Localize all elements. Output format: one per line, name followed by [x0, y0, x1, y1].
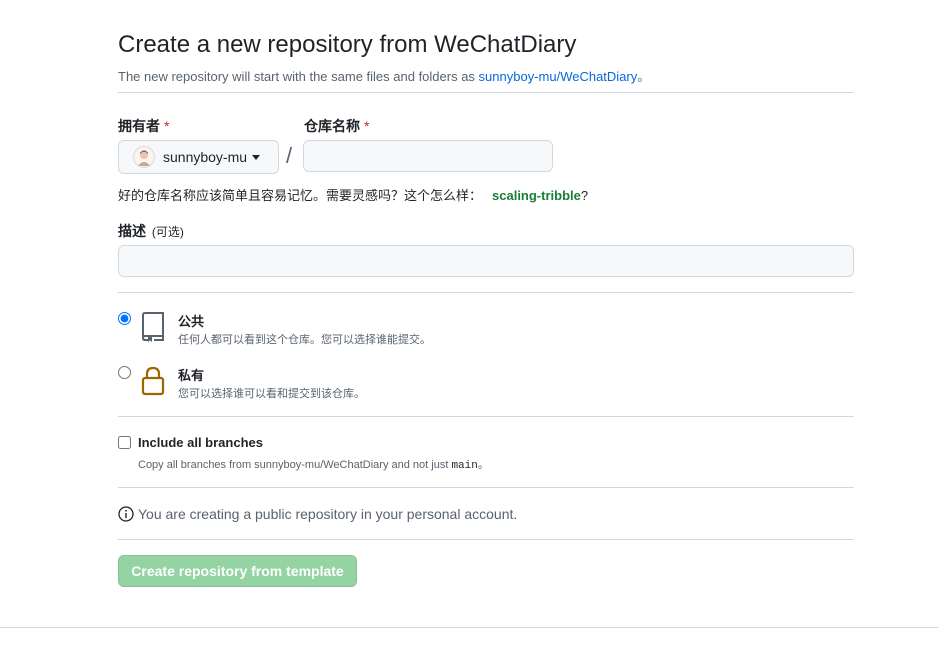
info-icon: [118, 506, 134, 522]
branches-desc-text: Copy all branches from sunnyboy-mu/WeCha…: [138, 459, 452, 471]
visibility-info: You are creating a public repository in …: [118, 506, 517, 522]
info-text: You are creating a public repository in …: [138, 506, 518, 522]
description-label-text: 描述: [118, 223, 146, 239]
include-all-branches-checkbox[interactable]: [118, 436, 131, 449]
divider: [118, 292, 854, 293]
subtitle-text: The new repository will start with the s…: [118, 69, 479, 84]
name-suggestion-link[interactable]: scaling-tribble: [492, 188, 581, 203]
divider: [118, 539, 854, 540]
description-label: 描述 (可选): [118, 221, 184, 241]
public-title: 公共: [178, 314, 205, 329]
owner-label-text: 拥有者: [118, 118, 160, 134]
create-repository-button[interactable]: Create repository from template: [118, 555, 357, 587]
template-repo-link[interactable]: sunnyboy-mu/WeChatDiary: [479, 69, 638, 84]
owner-label: 拥有者 *: [118, 116, 169, 136]
caret-down-icon: [252, 154, 261, 160]
include-all-branches-description: Copy all branches from sunnyboy-mu/WeCha…: [138, 456, 489, 472]
owner-dropdown[interactable]: sunnyboy-mu: [118, 140, 279, 174]
description-input[interactable]: [118, 245, 854, 277]
hint-suffix: ?: [580, 188, 589, 203]
subtitle-suffix: 。: [637, 69, 651, 84]
repo-book-icon: [141, 312, 164, 342]
owner-name: sunnyboy-mu: [163, 149, 248, 165]
branch-name: main: [451, 460, 478, 472]
lock-icon: [141, 366, 165, 396]
page-title: Create a new repository from WeChatDiary: [118, 31, 577, 58]
optional-tag: (可选): [151, 225, 184, 239]
required-mark: *: [364, 118, 370, 134]
include-all-branches-label: Include all branches: [138, 435, 263, 450]
page-subtitle: The new repository will start with the s…: [118, 66, 650, 85]
footer-divider: [0, 627, 938, 628]
repo-name-label-text: 仓库名称: [304, 118, 360, 134]
owner-repo-separator: /: [286, 143, 293, 168]
divider: [118, 92, 854, 93]
hint-text: 好的仓库名称应该简单且容易记忆。需要灵感吗？这个怎么样：: [118, 188, 483, 203]
divider: [118, 487, 854, 488]
private-title: 私有: [178, 368, 205, 383]
private-description: 您可以选择谁可以看和提交到该仓库。: [178, 388, 365, 400]
repo-name-input[interactable]: [303, 140, 553, 172]
required-mark: *: [164, 118, 170, 134]
branches-desc-suffix: 。: [477, 459, 489, 471]
divider: [118, 416, 854, 417]
private-radio[interactable]: [118, 366, 131, 379]
repo-name-label: 仓库名称 *: [304, 116, 369, 136]
repo-name-hint: 好的仓库名称应该简单且容易记忆。需要灵感吗？这个怎么样： scaling-trib…: [118, 185, 588, 204]
public-radio[interactable]: [118, 312, 131, 325]
avatar: [133, 146, 155, 168]
public-description: 任何人都可以看到这个仓库。您可以选择谁能提交。: [178, 334, 431, 346]
